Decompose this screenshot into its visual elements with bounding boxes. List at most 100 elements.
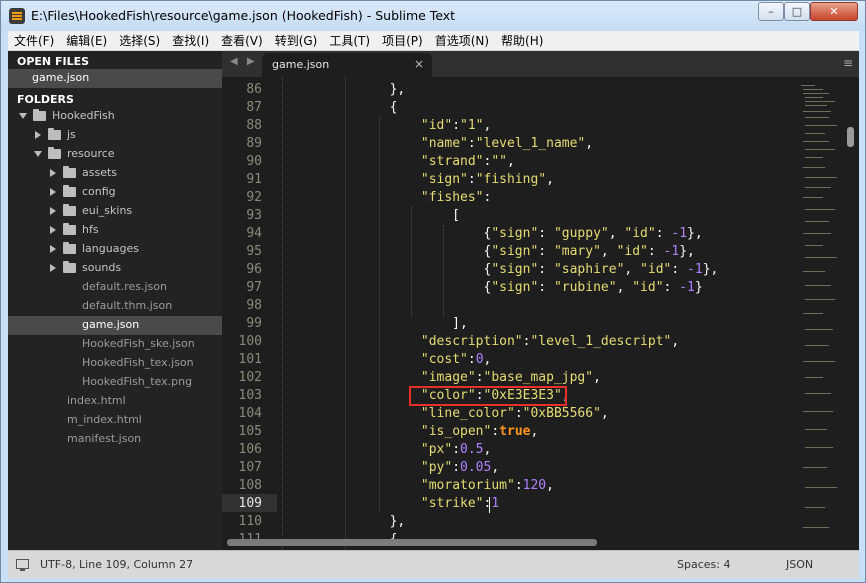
tree-item-sounds[interactable]: sounds <box>8 259 222 278</box>
line-number: 98 <box>246 298 262 313</box>
horizontal-scrollbar[interactable] <box>227 539 597 546</box>
minimap-line <box>805 257 837 258</box>
tree-item-languages[interactable]: languages <box>8 240 222 259</box>
minimap-line <box>803 197 823 198</box>
tree-item-hookedfish-ske-json[interactable]: HookedFish_ske.json <box>8 335 222 354</box>
tree-label: HookedFish_tex.json <box>82 356 194 369</box>
menu-preferences[interactable]: 首选项(N) <box>429 32 495 49</box>
tree-label: HookedFish_tex.png <box>82 375 193 388</box>
text-cursor <box>489 497 490 513</box>
menu-bar: 文件(F) 编辑(E) 选择(S) 查找(I) 查看(V) 转到(G) 工具(T… <box>8 31 859 51</box>
code-line: [ <box>280 208 461 223</box>
line-number: 90 <box>246 154 262 169</box>
maximize-button[interactable]: □ <box>784 2 810 21</box>
minimap-line <box>805 187 831 188</box>
sidebar: OPEN FILES game.json FOLDERS HookedFish … <box>8 51 222 550</box>
code-line: {"sign": "rubine", "id": -1} <box>280 280 703 295</box>
minimize-button[interactable]: – <box>758 2 784 21</box>
disclosure-closed-icon[interactable] <box>50 207 56 215</box>
open-file-game-json[interactable]: game.json <box>8 69 222 88</box>
tree-item-m-index-html[interactable]: m_index.html <box>8 411 222 430</box>
close-button[interactable]: ✕ <box>810 2 858 21</box>
status-syntax[interactable]: JSON <box>786 558 813 571</box>
status-indentation[interactable]: Spaces: 4 <box>677 558 730 571</box>
tree-label: index.html <box>67 394 126 407</box>
disclosure-closed-icon[interactable] <box>35 131 41 139</box>
open-files-header: OPEN FILES <box>17 55 90 68</box>
code-editor[interactable]: 86 87 88 89 90 91 92 93 94 95 96 97 98 9… <box>222 77 859 550</box>
tree-label: sounds <box>82 261 122 274</box>
tree-label: js <box>67 128 76 141</box>
line-number: 96 <box>246 262 262 277</box>
tree-item-index-html[interactable]: index.html <box>8 392 222 411</box>
code-line: { <box>280 100 398 115</box>
tree-label: config <box>82 185 116 198</box>
tree-item-hookedfish-tex-png[interactable]: HookedFish_tex.png <box>8 373 222 392</box>
code-line: "is_open":true, <box>420 424 539 439</box>
minimap-line <box>803 271 825 272</box>
disclosure-closed-icon[interactable] <box>50 169 56 177</box>
title-bar[interactable]: E:\Files\HookedFish\resource\game.json (… <box>1 1 865 31</box>
minimap-line <box>805 177 837 178</box>
tree-item-default-res-json[interactable]: default.res.json <box>8 278 222 297</box>
tab-menu-icon[interactable]: ≡ <box>843 56 853 70</box>
tab-nav-arrows-icon[interactable]: ◀ ▶ <box>230 56 258 67</box>
menu-edit[interactable]: 编辑(E) <box>60 32 113 49</box>
minimap-line <box>803 467 827 468</box>
tree-item-js[interactable]: js <box>8 126 222 145</box>
tree-item-game-json[interactable]: game.json <box>8 316 222 335</box>
minimap-line <box>803 527 829 528</box>
menu-selection[interactable]: 选择(S) <box>113 32 166 49</box>
tab-bar: ◀ ▶ game.json × ≡ <box>222 51 859 77</box>
line-number: 110 <box>238 514 262 529</box>
disclosure-open-icon[interactable] <box>19 113 27 119</box>
disclosure-open-icon[interactable] <box>34 151 42 157</box>
minimap[interactable] <box>797 77 849 537</box>
tree-item-manifest-json[interactable]: manifest.json <box>8 430 222 449</box>
code-line: "sign":"fishing", <box>420 172 554 187</box>
disclosure-closed-icon[interactable] <box>50 188 56 196</box>
status-encoding-position: UTF-8, Line 109, Column 27 <box>40 558 194 571</box>
disclosure-closed-icon[interactable] <box>50 226 56 234</box>
folder-icon <box>63 166 76 178</box>
tree-item-hookedfish[interactable]: HookedFish <box>8 107 222 126</box>
line-number: 100 <box>238 334 262 349</box>
minimap-line <box>803 89 823 90</box>
tree-item-assets[interactable]: assets <box>8 164 222 183</box>
tab-close-icon[interactable]: × <box>414 57 424 71</box>
code-line: "fishes": <box>420 190 492 205</box>
panel-toggle-icon[interactable] <box>16 559 29 571</box>
menu-goto[interactable]: 转到(G) <box>269 32 324 49</box>
tree-item-hfs[interactable]: hfs <box>8 221 222 240</box>
tree-label: assets <box>82 166 118 179</box>
menu-file[interactable]: 文件(F) <box>8 32 60 49</box>
line-number: 102 <box>238 370 262 385</box>
disclosure-closed-icon[interactable] <box>50 245 56 253</box>
minimap-line <box>805 329 833 330</box>
menu-help[interactable]: 帮助(H) <box>495 32 549 49</box>
tree-item-eui-skins[interactable]: eui_skins <box>8 202 222 221</box>
minimap-line <box>803 93 829 94</box>
minimap-line <box>805 97 823 98</box>
tab-game-json[interactable]: game.json × <box>262 53 432 77</box>
tree-item-hookedfish-tex-json[interactable]: HookedFish_tex.json <box>8 354 222 373</box>
tree-label: m_index.html <box>67 413 142 426</box>
tree-item-resource[interactable]: resource <box>8 145 222 164</box>
tree-item-default-thm-json[interactable]: default.thm.json <box>8 297 222 316</box>
menu-find[interactable]: 查找(I) <box>166 32 215 49</box>
menu-project[interactable]: 项目(P) <box>376 32 429 49</box>
vertical-scrollbar[interactable] <box>847 127 854 147</box>
line-number: 105 <box>238 424 262 439</box>
tree-item-config[interactable]: config <box>8 183 222 202</box>
code-line: "image":"base_map_jpg", <box>420 370 601 385</box>
line-number: 89 <box>246 136 262 151</box>
line-number: 88 <box>246 118 262 133</box>
code-line: {"sign": "guppy", "id": -1}, <box>280 226 703 241</box>
line-number: 93 <box>246 208 262 223</box>
folder-open-icon <box>48 147 61 159</box>
menu-tools[interactable]: 工具(T) <box>323 32 376 49</box>
code-line: "strike":1 <box>420 496 500 511</box>
line-number: 101 <box>238 352 262 367</box>
disclosure-closed-icon[interactable] <box>50 264 56 272</box>
menu-view[interactable]: 查看(V) <box>215 32 269 49</box>
